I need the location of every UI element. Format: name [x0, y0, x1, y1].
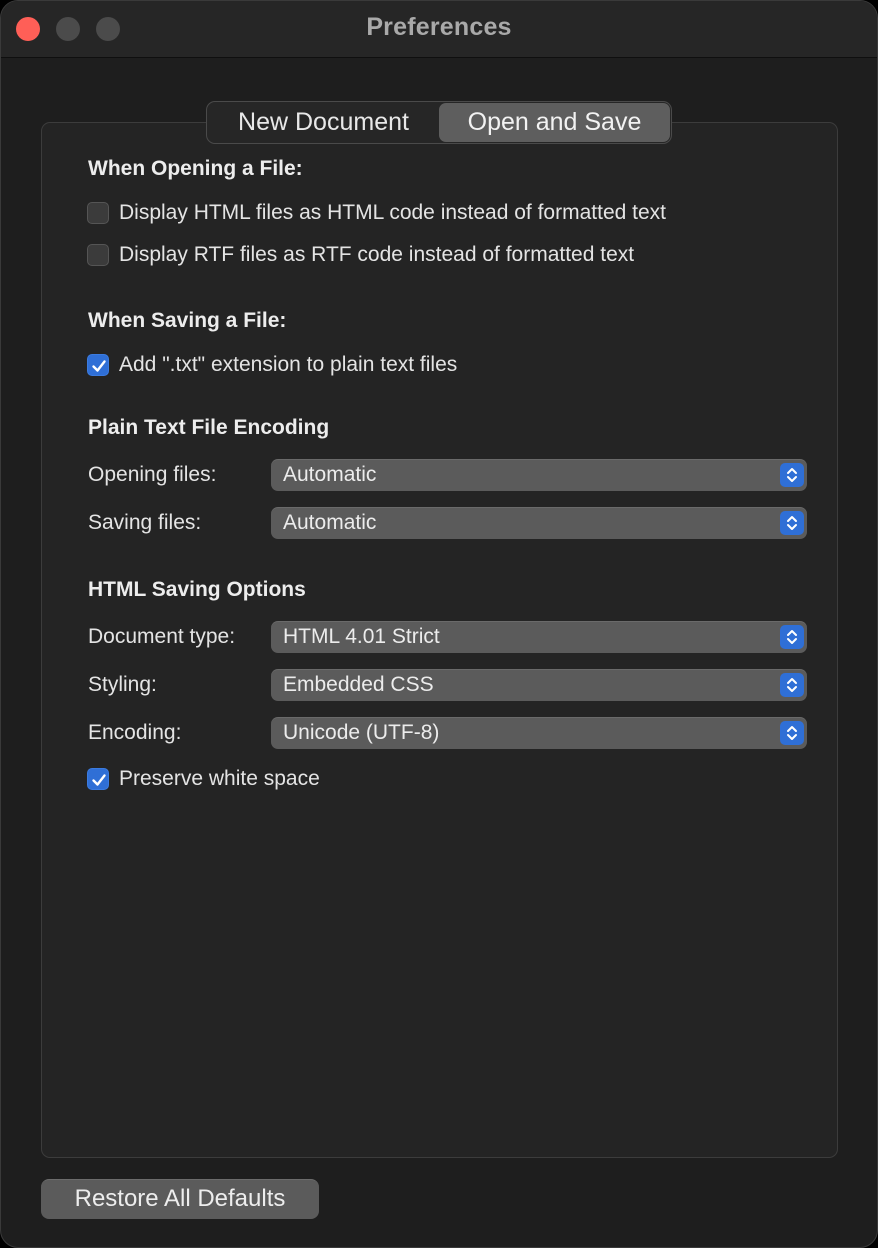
checkmark-icon	[92, 360, 106, 372]
opening-section-heading: When Opening a File:	[88, 157, 303, 180]
saving-files-label: Saving files:	[88, 511, 202, 534]
chevron-up-down-icon	[780, 673, 804, 697]
preserve-white-space-option[interactable]: Preserve white space	[87, 766, 320, 792]
html-options-section-heading: HTML Saving Options	[88, 578, 306, 601]
styling-value: Embedded CSS	[283, 673, 434, 696]
display-rtf-as-code-label[interactable]: Display RTF files as RTF code instead of…	[119, 243, 634, 267]
checkmark-icon	[92, 774, 106, 786]
title-bar[interactable]: Preferences	[1, 1, 877, 58]
add-txt-extension-label[interactable]: Add ".txt" extension to plain text files	[119, 353, 457, 377]
styling-popup[interactable]: Embedded CSS	[271, 669, 807, 701]
html-encoding-popup[interactable]: Unicode (UTF-8)	[271, 717, 807, 749]
saving-files-encoding-popup[interactable]: Automatic	[271, 507, 807, 539]
saving-section-heading: When Saving a File:	[88, 309, 287, 332]
document-type-label: Document type:	[88, 625, 236, 648]
display-rtf-as-code-option[interactable]: Display RTF files as RTF code instead of…	[87, 242, 634, 268]
tab-open-and-save[interactable]: Open and Save	[439, 103, 670, 142]
saving-files-encoding-value: Automatic	[283, 511, 377, 534]
display-rtf-as-code-checkbox[interactable]	[87, 244, 109, 266]
opening-files-encoding-value: Automatic	[283, 463, 377, 486]
chevron-up-down-icon	[780, 721, 804, 745]
add-txt-extension-option[interactable]: Add ".txt" extension to plain text files	[87, 352, 457, 378]
display-html-as-code-checkbox[interactable]	[87, 202, 109, 224]
document-type-value: HTML 4.01 Strict	[283, 625, 440, 648]
preferences-window: Preferences New Document Open and Save W…	[0, 0, 878, 1248]
html-encoding-value: Unicode (UTF-8)	[283, 721, 440, 744]
styling-label: Styling:	[88, 673, 157, 696]
display-html-as-code-option[interactable]: Display HTML files as HTML code instead …	[87, 200, 666, 226]
chevron-up-down-icon	[780, 463, 804, 487]
restore-all-defaults-button[interactable]: Restore All Defaults	[41, 1179, 319, 1219]
tab-new-document[interactable]: New Document	[208, 103, 439, 142]
chevron-up-down-icon	[780, 625, 804, 649]
opening-files-label: Opening files:	[88, 463, 217, 486]
display-html-as-code-label[interactable]: Display HTML files as HTML code instead …	[119, 201, 666, 225]
add-txt-extension-checkbox[interactable]	[87, 354, 109, 376]
document-type-popup[interactable]: HTML 4.01 Strict	[271, 621, 807, 653]
html-encoding-label: Encoding:	[88, 721, 182, 744]
preserve-white-space-checkbox[interactable]	[87, 768, 109, 790]
window-title: Preferences	[366, 13, 512, 41]
tab-control: New Document Open and Save	[206, 101, 672, 144]
encoding-section-heading: Plain Text File Encoding	[88, 416, 330, 439]
preserve-white-space-label[interactable]: Preserve white space	[119, 767, 320, 791]
opening-files-encoding-popup[interactable]: Automatic	[271, 459, 807, 491]
chevron-up-down-icon	[780, 511, 804, 535]
